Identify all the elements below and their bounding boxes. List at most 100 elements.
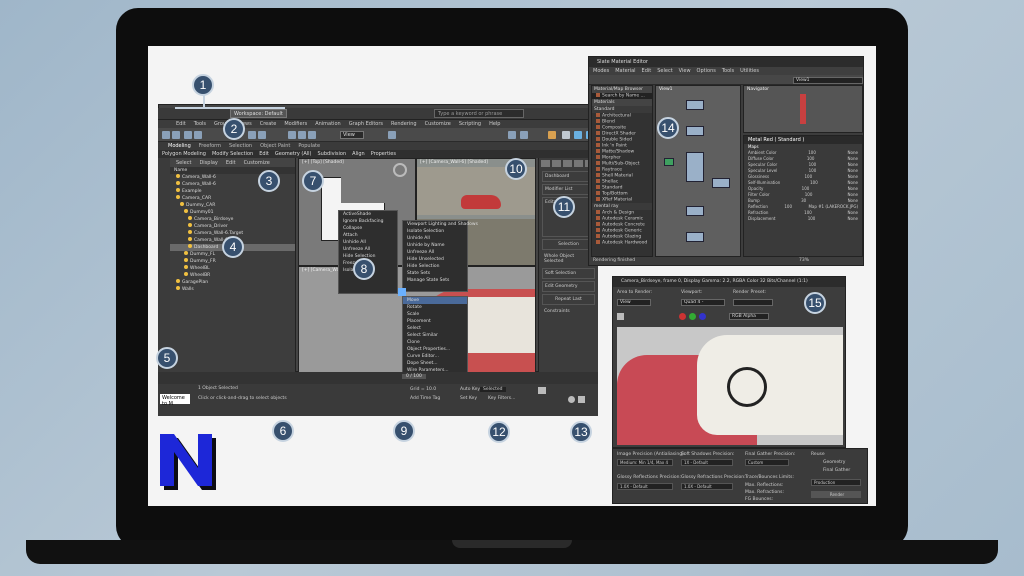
quad-item[interactable]: Unhide by Name [403, 242, 467, 249]
tree-item[interactable]: WheelBR [170, 272, 295, 279]
sme-menu-utilities[interactable]: Utilities [740, 67, 759, 75]
quad-center-icon[interactable] [398, 288, 406, 296]
quad-item[interactable]: Object Properties... [403, 346, 467, 353]
ribbon-modify-selection[interactable]: Modify Selection [212, 150, 253, 158]
ribbon-tab-freeform[interactable]: Freeform [199, 142, 221, 150]
material-editor-icon[interactable] [548, 131, 556, 139]
material-node[interactable] [686, 152, 704, 182]
set-key-button[interactable]: Set Key [460, 396, 477, 401]
zoom-icon[interactable] [568, 396, 575, 403]
ribbon-tab-populate[interactable]: Populate [298, 142, 320, 150]
map-amount[interactable]: 30 [801, 198, 806, 204]
green-channel-icon[interactable] [689, 313, 696, 320]
ribbon-edit[interactable]: Edit [259, 150, 269, 158]
unlink-icon[interactable] [194, 131, 202, 139]
quad-item[interactable]: Clone [403, 339, 467, 346]
play-icon[interactable] [538, 387, 546, 394]
sme-menu-material[interactable]: Material [615, 67, 635, 75]
map-slot[interactable]: None [848, 216, 858, 222]
maxscript-listener[interactable]: Welcome to M [160, 394, 190, 407]
map-row[interactable]: Displacement 100 None [744, 216, 862, 222]
tree-item[interactable]: Dummy_FR [170, 258, 295, 265]
ribbon-tab-object-paint[interactable]: Object Paint [260, 142, 290, 150]
sme-menu-tools[interactable]: Tools [722, 67, 734, 75]
quad-item[interactable]: Collapse [339, 225, 397, 232]
menu-modifiers[interactable]: Modifiers [284, 120, 307, 128]
preset-dropdown[interactable] [733, 299, 773, 306]
quad-item[interactable]: Curve Editor... [403, 353, 467, 360]
menu-help[interactable]: Help [489, 120, 500, 128]
create-tab-icon[interactable] [541, 160, 550, 167]
final-gather-field[interactable]: Custom [745, 459, 789, 466]
viewport-dropdown[interactable]: Quad 4 - Camera_Bi [681, 299, 725, 306]
menu-tools[interactable]: Tools [194, 120, 206, 128]
red-channel-icon[interactable] [679, 313, 686, 320]
snap-icon[interactable] [388, 131, 396, 139]
menu-scripting[interactable]: Scripting [459, 120, 481, 128]
geometry-label[interactable]: Geometry [823, 460, 845, 465]
quad-item[interactable]: Hide Unselected [403, 256, 467, 263]
ribbon-geometry[interactable]: Geometry (All) [275, 150, 312, 158]
hierarchy-tab-icon[interactable] [563, 160, 572, 167]
scene-menu-select[interactable]: Select [176, 160, 191, 166]
sme-menu-view[interactable]: View [679, 67, 691, 75]
quad-item[interactable]: Move [403, 297, 467, 304]
soft-shadows-field[interactable]: 1X - Default [681, 459, 733, 466]
quad-item[interactable]: Hide Selection [403, 263, 467, 270]
mirror-icon[interactable] [508, 131, 516, 139]
scene-menu-display[interactable]: Display [199, 160, 217, 166]
quad-item[interactable]: Unfreeze All [403, 249, 467, 256]
viewcube-icon[interactable] [393, 163, 407, 177]
sme-zoom[interactable]: 73% [799, 258, 809, 263]
material-node[interactable] [686, 206, 704, 216]
channel-dropdown[interactable]: RGB Alpha [729, 313, 769, 320]
menu-create[interactable]: Create [260, 120, 277, 128]
view-dropdown[interactable]: View [340, 131, 364, 139]
ribbon-polygon-modeling[interactable]: Polygon Modeling [162, 150, 206, 158]
quad-item[interactable]: Attach [339, 232, 397, 239]
quad-item[interactable]: Select [403, 325, 467, 332]
quad-item[interactable]: Unhide All [403, 235, 467, 242]
align-icon[interactable] [520, 131, 528, 139]
browser-group[interactable]: Standard [592, 106, 652, 113]
region-icon[interactable] [258, 131, 266, 139]
scene-menu-customize[interactable]: Customize [244, 160, 270, 166]
workspace-dropdown[interactable]: Workspace: Default [230, 109, 287, 118]
viewport-label[interactable]: [+] [Top] [Shaded] [302, 160, 344, 165]
edit-geometry-rollout[interactable]: Edit Geometry [542, 281, 595, 292]
scene-menu-edit[interactable]: Edit [226, 160, 236, 166]
browser-group[interactable]: Materials [592, 99, 652, 106]
menu-customize[interactable]: Customize [425, 120, 451, 128]
add-time-tag[interactable]: Add Time Tag [410, 396, 440, 401]
quad-item[interactable]: Unfreeze All [339, 246, 397, 253]
quad-item[interactable]: Isolate Selection [403, 228, 467, 235]
ribbon-align[interactable]: Align [352, 150, 365, 158]
link-icon[interactable] [184, 131, 192, 139]
glossy-reflections-field[interactable]: 1.0X - Default [617, 483, 673, 490]
material-node[interactable] [712, 178, 730, 188]
sme-menu-options[interactable]: Options [697, 67, 716, 75]
image-precision-field[interactable]: Medium: Min 1/4, Max 4 [617, 459, 673, 466]
menu-edit[interactable]: Edit [176, 120, 186, 128]
tree-item[interactable]: Camera_Birdseye [170, 216, 295, 223]
quad-item[interactable]: Select Similar [403, 332, 467, 339]
tree-item[interactable]: Dummy01 [170, 209, 295, 216]
map-amount[interactable]: 100 [810, 180, 818, 186]
ribbon-tab-modeling[interactable]: Modeling [168, 142, 191, 150]
rotate-icon[interactable] [298, 131, 306, 139]
material-node[interactable] [686, 232, 704, 242]
map-node[interactable] [664, 158, 674, 166]
menu-rendering[interactable]: Rendering [391, 120, 417, 128]
quad-item[interactable]: Viewport Lighting and Shadows [403, 221, 478, 228]
sme-menu-modes[interactable]: Modes [593, 67, 609, 75]
node-view[interactable]: View1 [655, 85, 741, 257]
map-amount[interactable]: 100 [808, 216, 816, 222]
blue-channel-icon[interactable] [699, 313, 706, 320]
sme-menu-edit[interactable]: Edit [642, 67, 652, 75]
auto-key-button[interactable]: Auto Key [460, 387, 480, 392]
navigator[interactable]: Navigator [743, 85, 863, 133]
motion-tab-icon[interactable] [574, 160, 583, 167]
browser-item[interactable]: Autodesk Hardwood [592, 240, 652, 246]
selected-dropdown[interactable]: Selected [480, 387, 506, 392]
area-dropdown[interactable]: View [617, 299, 651, 306]
